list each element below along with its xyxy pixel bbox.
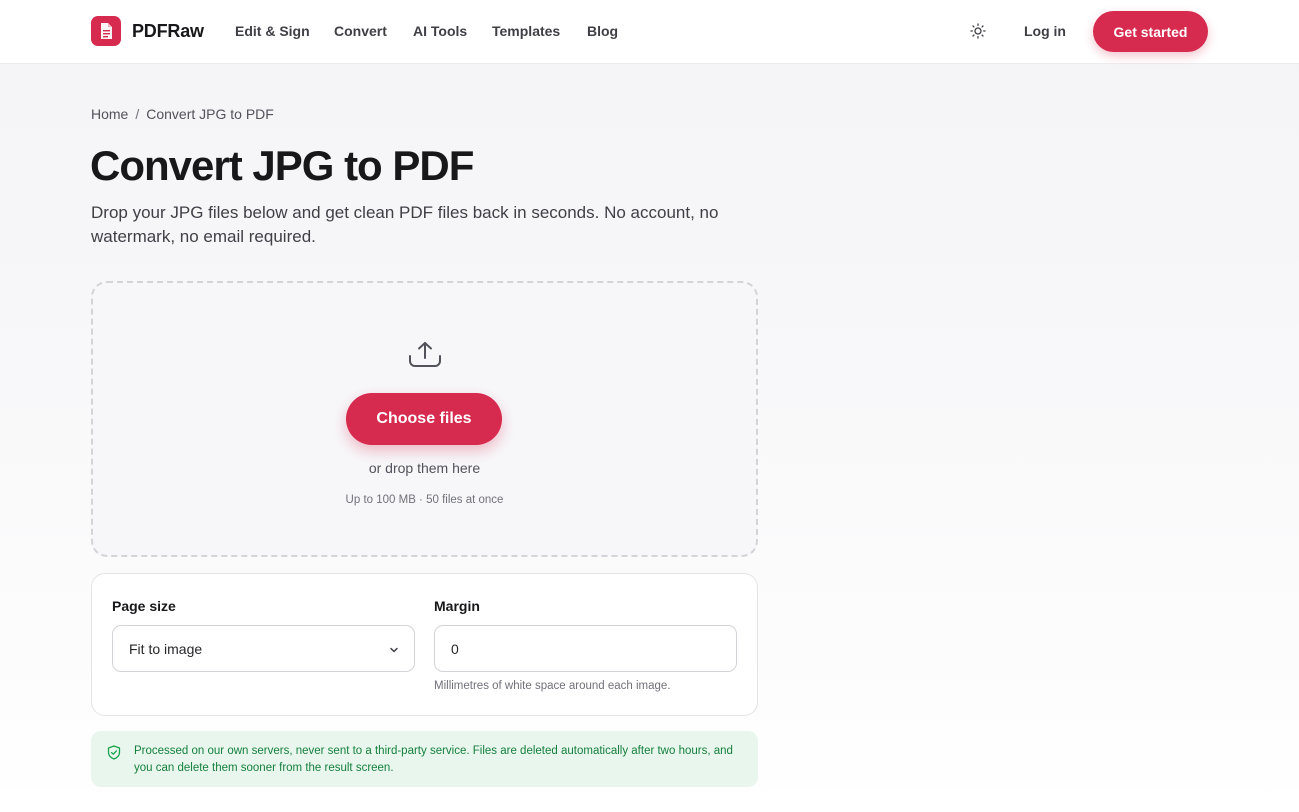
nav-convert[interactable]: Convert: [334, 23, 387, 39]
breadcrumb-separator: /: [135, 106, 140, 122]
page-title: Convert JPG to PDF: [90, 142, 474, 189]
page-size-label: Page size: [112, 598, 176, 614]
upload-limits: Up to 100 MB · 50 files at once: [345, 494, 504, 506]
drop-hint: or drop them here: [368, 460, 481, 476]
top-navbar: PDFRaw Edit & Sign Convert AI Tools Temp…: [0, 0, 1299, 64]
file-dropzone[interactable]: Choose files or drop them here Up to 100…: [91, 281, 758, 557]
shield-check-icon: [107, 745, 121, 760]
sun-icon[interactable]: [968, 21, 988, 41]
brand-name[interactable]: PDFRaw: [132, 21, 204, 42]
page-size-value: Fit to image: [129, 641, 203, 657]
breadcrumb-current: Convert JPG to PDF: [146, 106, 274, 122]
privacy-notice: Processed on our own servers, never sent…: [91, 731, 758, 787]
get-started-button[interactable]: Get started: [1093, 11, 1208, 52]
nav-blog[interactable]: Blog: [587, 23, 618, 39]
margin-input[interactable]: [434, 625, 737, 672]
nav-templates[interactable]: Templates: [492, 23, 560, 39]
conversion-options: Page size Fit to image Margin Millimetre…: [91, 573, 758, 716]
nav-ai-tools[interactable]: AI Tools: [413, 23, 467, 39]
login-link[interactable]: Log in: [1024, 23, 1066, 39]
choose-files-button[interactable]: Choose files: [346, 393, 502, 445]
breadcrumb-home[interactable]: Home: [91, 106, 128, 122]
nav-edit-sign[interactable]: Edit & Sign: [235, 23, 310, 39]
privacy-text: Processed on our own servers, never sent…: [134, 745, 733, 774]
page-size-select[interactable]: Fit to image: [112, 625, 415, 672]
upload-icon: [407, 339, 443, 369]
chevron-down-icon: [388, 643, 400, 655]
margin-help: Millimetres of white space around each i…: [434, 680, 671, 692]
breadcrumb: Home / Convert JPG to PDF: [91, 106, 274, 122]
logo-icon[interactable]: [91, 16, 121, 46]
page-subtitle: Drop your JPG files below and get clean …: [91, 203, 719, 246]
margin-label: Margin: [434, 598, 480, 614]
